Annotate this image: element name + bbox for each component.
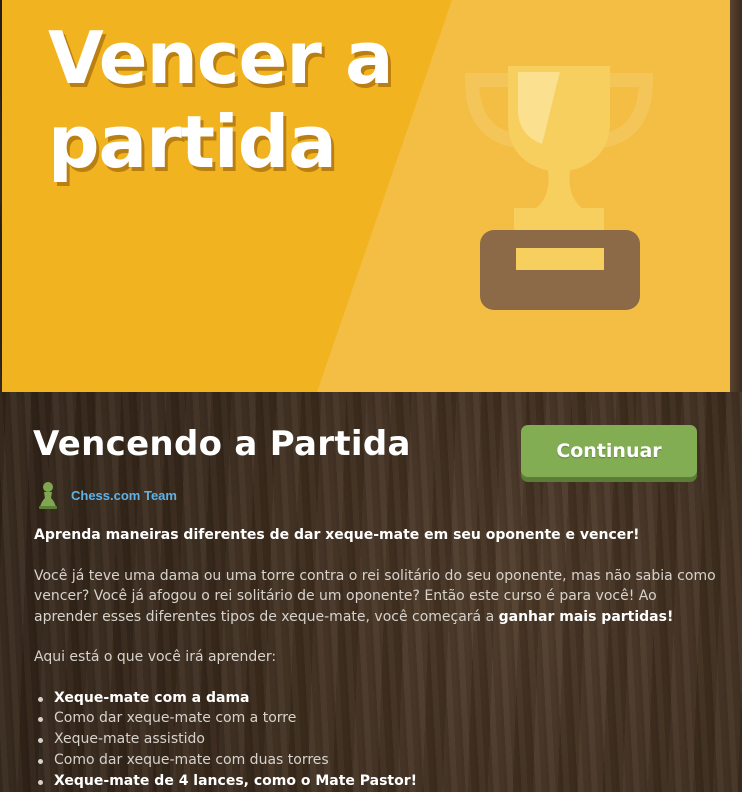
author-link[interactable]: Chess.com Team [71,488,177,503]
course-banner: Vencer a partida [2,0,730,392]
description-paragraph: Você já teve uma dama ou uma torre contr… [34,566,724,628]
learn-intro: Aqui está o que você irá aprender: [34,649,277,665]
description-lead: Aprenda maneiras diferentes de dar xeque… [34,527,640,543]
description-paragraph-highlight: ganhar mais partidas! [498,608,674,625]
trophy-icon [464,66,654,310]
course-title: Vencendo a Partida [33,424,411,464]
learn-list-item: Xeque-mate de 4 lances, como o Mate Past… [38,771,724,792]
learn-list-item: Como dar xeque-mate com a torre [38,708,724,729]
banner-edge [730,0,742,392]
course-author: Chess.com Team [37,480,177,510]
pawn-icon [39,482,57,509]
learn-list: Xeque-mate com a dama Como dar xeque-mat… [34,688,724,792]
learn-list-item: Como dar xeque-mate com duas torres [38,750,724,771]
learn-list-item: Xeque-mate assistido [38,729,724,750]
continue-button[interactable]: Continuar [521,425,697,477]
course-description: Aprenda maneiras diferentes de dar xeque… [34,525,724,791]
learn-list-item: Xeque-mate com a dama [38,688,724,709]
banner-title: Vencer a partida [48,16,394,184]
